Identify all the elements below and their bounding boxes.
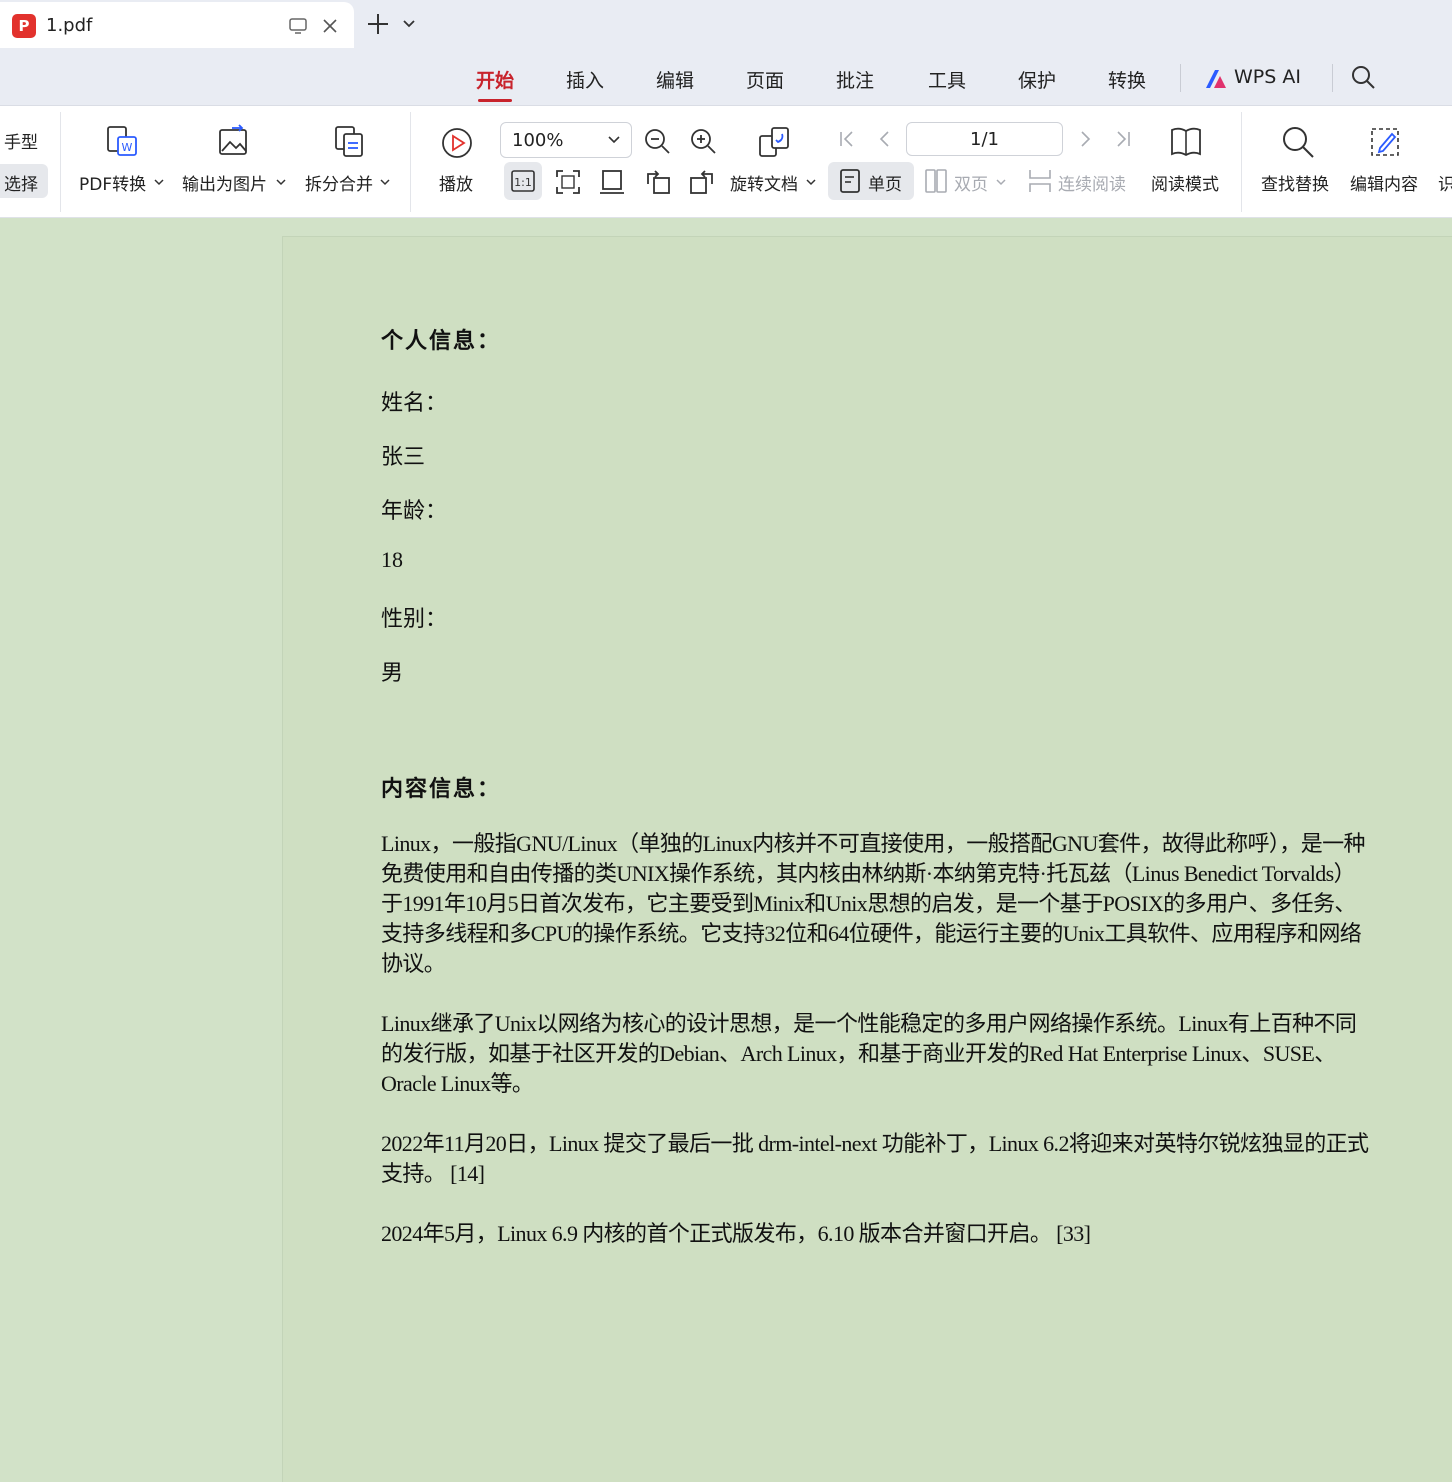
menu-page[interactable]: 页面 bbox=[746, 66, 784, 96]
menu-annotate[interactable]: 批注 bbox=[836, 66, 874, 96]
menu-divider bbox=[1332, 64, 1333, 92]
page-number-input[interactable]: 1/1 bbox=[906, 122, 1063, 156]
plus-icon[interactable] bbox=[366, 12, 390, 36]
gender-value: 男 bbox=[381, 660, 404, 685]
paragraph: 2022年11月20日，Linux 提交了最后一批 drm-intel-next… bbox=[381, 1131, 1369, 1186]
chevron-down-icon bbox=[380, 179, 390, 186]
gender-label: 性别： bbox=[381, 606, 448, 631]
zoom-out-icon[interactable] bbox=[642, 126, 672, 156]
pdf-page: 个人信息： 姓名： 张三 年龄： 18 性别： 男 内容信息： Linux，一般… bbox=[282, 236, 1452, 1482]
section-title-personal: 个人信息： bbox=[381, 328, 502, 353]
edit-content-button[interactable]: 编辑内容 bbox=[1350, 170, 1418, 195]
last-page-icon[interactable] bbox=[1112, 128, 1134, 150]
tab-title: 1.pdf bbox=[46, 15, 93, 36]
section-title-content: 内容信息： bbox=[381, 776, 502, 801]
menu-protect[interactable]: 保护 bbox=[1018, 66, 1056, 96]
continuous-read-icon[interactable] bbox=[1028, 168, 1052, 194]
page-indicator: 1/1 bbox=[970, 129, 999, 150]
name-value: 张三 bbox=[381, 444, 426, 469]
play-icon[interactable] bbox=[440, 126, 474, 160]
svg-text:1:1: 1:1 bbox=[514, 176, 532, 189]
export-image-button[interactable]: 输出为图片 bbox=[182, 170, 267, 195]
close-icon[interactable] bbox=[320, 16, 340, 36]
reading-mode-button[interactable]: 阅读模式 bbox=[1151, 170, 1219, 195]
double-page-icon[interactable] bbox=[924, 168, 948, 194]
rotate-left-icon[interactable] bbox=[644, 168, 672, 196]
first-page-icon[interactable] bbox=[836, 128, 858, 150]
reading-mode-icon[interactable] bbox=[1168, 124, 1204, 160]
select-tool-label: 选择 bbox=[4, 175, 38, 195]
hand-tool-button[interactable]: 手型 bbox=[4, 128, 38, 153]
play-button[interactable]: 播放 bbox=[439, 170, 473, 195]
tab-bar: P 1.pdf bbox=[0, 0, 1452, 52]
menu-insert[interactable]: 插入 bbox=[566, 66, 604, 96]
toolbar-divider bbox=[410, 112, 411, 212]
single-page-icon bbox=[840, 169, 860, 193]
zoom-in-icon[interactable] bbox=[688, 126, 718, 156]
split-merge-button[interactable]: 拆分合并 bbox=[305, 170, 373, 195]
ocr-button-partial[interactable]: 识 bbox=[1438, 170, 1452, 195]
menu-bar: 开始 插入 编辑 页面 批注 工具 保护 转换 WPS AI bbox=[0, 52, 1452, 106]
age-value: 18 bbox=[381, 547, 403, 572]
chevron-down-icon bbox=[806, 179, 816, 186]
continuous-read-button[interactable]: 连续阅读 bbox=[1058, 170, 1126, 195]
paragraph: Linux，一般指GNU/Linux（单独的Linux内核并不可直接使用，一般搭… bbox=[381, 831, 1366, 976]
actual-size-icon: 1:1 bbox=[511, 170, 535, 192]
find-replace-icon[interactable] bbox=[1280, 124, 1316, 160]
pdf-file-icon: P bbox=[12, 14, 36, 38]
fit-width-icon[interactable] bbox=[598, 168, 626, 196]
search-icon[interactable] bbox=[1350, 64, 1376, 90]
menu-start[interactable]: 开始 bbox=[476, 66, 514, 102]
paragraph: 2024年5月，Linux 6.9 内核的首个正式版发布，6.10 版本合并窗口… bbox=[381, 1221, 1091, 1246]
wps-ai-icon bbox=[1206, 70, 1226, 88]
single-page-label: 单页 bbox=[868, 175, 902, 195]
chevron-down-icon bbox=[154, 179, 164, 186]
pdf-convert-button[interactable]: PDF转换 bbox=[79, 170, 146, 195]
find-replace-button[interactable]: 查找替换 bbox=[1261, 170, 1329, 195]
rotate-document-button[interactable]: 旋转文档 bbox=[730, 170, 798, 195]
paragraph: Linux继承了Unix以网络为核心的设计思想，是一个性能稳定的多用户网络操作系… bbox=[381, 1011, 1357, 1096]
menu-tools[interactable]: 工具 bbox=[928, 66, 966, 96]
wps-ai-label: WPS AI bbox=[1234, 66, 1301, 88]
chevron-down-icon[interactable] bbox=[400, 14, 418, 34]
image-export-icon[interactable] bbox=[216, 124, 252, 160]
chevron-down-icon bbox=[276, 179, 286, 186]
svg-text:W: W bbox=[122, 141, 133, 154]
ribbon-toolbar: 手型 选择 W PDF转换 输出为图片 拆分合并 播放 100% 1:1 旋转文… bbox=[0, 106, 1452, 218]
toolbar-divider bbox=[60, 112, 61, 212]
previous-page-icon[interactable] bbox=[874, 128, 896, 150]
pdf-to-word-icon[interactable]: W bbox=[104, 124, 140, 160]
left-pane bbox=[0, 218, 282, 1482]
zoom-value: 100% bbox=[512, 130, 564, 151]
next-page-icon[interactable] bbox=[1074, 128, 1096, 150]
name-label: 姓名： bbox=[381, 390, 448, 415]
fit-page-icon[interactable] bbox=[554, 168, 582, 196]
rotate-document-icon[interactable] bbox=[756, 124, 794, 160]
age-label: 年龄： bbox=[381, 498, 448, 523]
monitor-icon[interactable] bbox=[288, 16, 308, 36]
zoom-select[interactable]: 100% bbox=[500, 122, 632, 158]
edit-content-icon[interactable] bbox=[1368, 124, 1404, 160]
split-merge-icon[interactable] bbox=[332, 124, 368, 160]
double-page-button[interactable]: 双页 bbox=[954, 170, 988, 195]
toolbar-divider bbox=[1241, 112, 1242, 212]
menu-divider bbox=[1180, 64, 1181, 92]
chevron-down-icon bbox=[608, 136, 620, 144]
menu-convert[interactable]: 转换 bbox=[1108, 66, 1146, 96]
document-tab[interactable]: P 1.pdf bbox=[0, 2, 354, 48]
rotate-right-icon[interactable] bbox=[688, 168, 716, 196]
menu-edit[interactable]: 编辑 bbox=[656, 66, 694, 96]
chevron-down-icon bbox=[996, 179, 1006, 186]
